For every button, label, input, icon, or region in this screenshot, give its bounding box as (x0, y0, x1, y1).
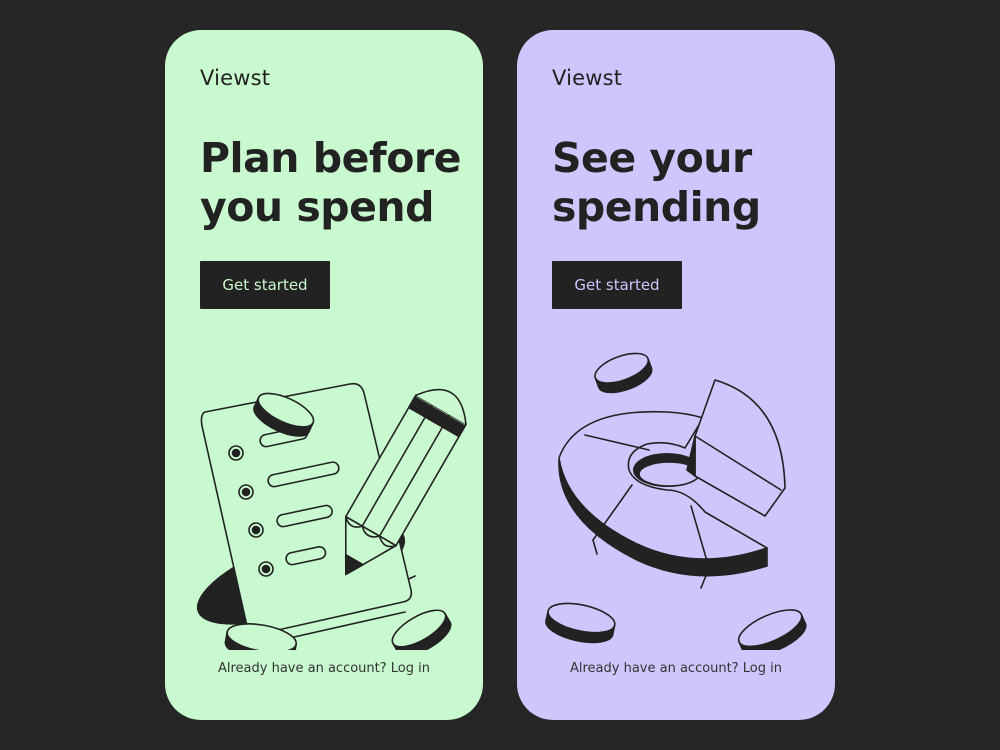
headline-line-2: you spend (200, 183, 434, 231)
onboarding-card-see: Viewst See your spending Get started Alr… (517, 30, 835, 720)
login-prompt: Already have an account? Log in (165, 661, 483, 676)
log-in-link[interactable]: Log in (743, 661, 782, 676)
brand-logo: Viewst (552, 66, 623, 90)
headline-line-2: spending (552, 183, 761, 231)
log-in-link[interactable]: Log in (391, 661, 430, 676)
headline-line-1: Plan before (200, 134, 461, 182)
onboarding-card-plan: Viewst Plan before you spend Get started (165, 30, 483, 720)
page-title: Plan before you spend (200, 134, 470, 232)
headline-line-1: See your (552, 134, 752, 182)
brand-logo: Viewst (200, 66, 271, 90)
login-prompt: Already have an account? Log in (517, 661, 835, 676)
login-prompt-text: Already have an account? (217, 661, 387, 676)
donut-chart-icon (545, 352, 807, 650)
checklist-pencil-icon (196, 382, 467, 650)
login-prompt-text: Already have an account? (569, 661, 739, 676)
page-title: See your spending (552, 134, 822, 232)
get-started-button[interactable]: Get started (552, 261, 682, 309)
get-started-button[interactable]: Get started (200, 261, 330, 309)
screens-showcase: Viewst Plan before you spend Get started (0, 0, 1000, 750)
